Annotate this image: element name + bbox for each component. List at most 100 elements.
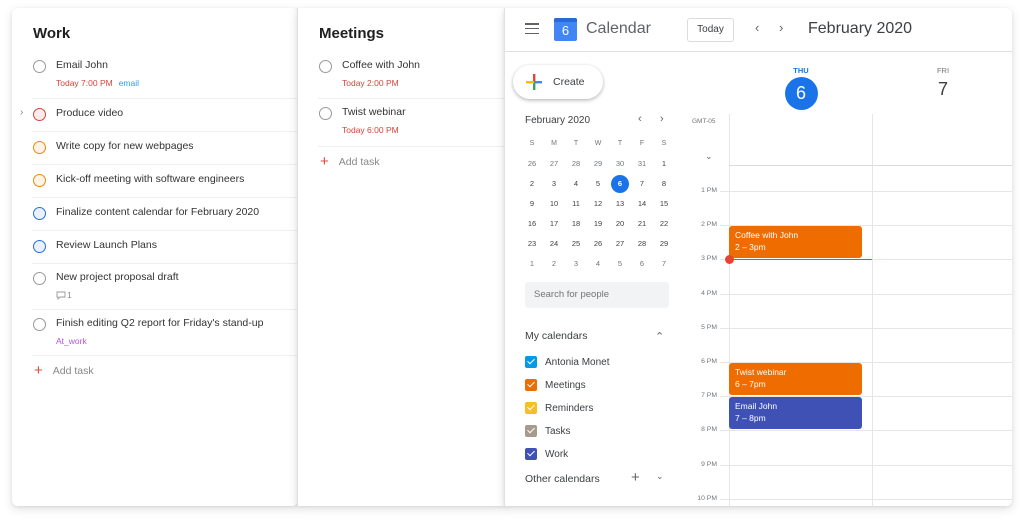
task-label[interactable]: At_work xyxy=(56,336,87,346)
other-calendars-title[interactable]: Other calendars xyxy=(525,473,600,485)
mini-calendar-day[interactable]: 27 xyxy=(609,234,631,254)
mini-calendar-day[interactable]: 7 xyxy=(631,174,653,194)
calendar-event[interactable]: Email John 7 – 8pm xyxy=(729,397,862,430)
mini-calendar-day[interactable]: 16 xyxy=(521,214,543,234)
mini-calendar-day[interactable]: 4 xyxy=(565,174,587,194)
task-label[interactable]: email xyxy=(119,78,139,88)
chevron-left-icon[interactable]: ‹ xyxy=(755,20,759,35)
task-item[interactable]: › Produce video xyxy=(20,99,298,132)
day-header-thu[interactable]: THU 6 xyxy=(777,66,825,110)
task-item[interactable]: Write copy for new webpages xyxy=(32,132,298,165)
mini-calendar-day[interactable]: 27 xyxy=(543,154,565,174)
mini-calendar-day[interactable]: 22 xyxy=(653,214,675,234)
mini-calendar-day[interactable]: 30 xyxy=(609,154,631,174)
calendar-list-item[interactable]: Meetings xyxy=(525,377,586,393)
add-task-button[interactable]: + Add task xyxy=(34,363,94,378)
calendar-checkbox[interactable] xyxy=(525,402,537,414)
task-item[interactable]: Coffee with John Today 2:00 PM xyxy=(318,56,505,99)
mini-calendar-day[interactable]: 28 xyxy=(631,234,653,254)
mini-calendar-day[interactable]: 3 xyxy=(565,254,587,274)
chevron-down-icon[interactable]: ⌄ xyxy=(705,151,713,162)
mini-calendar-day[interactable]: 19 xyxy=(587,214,609,234)
mini-calendar-day[interactable]: 18 xyxy=(565,214,587,234)
task-checkbox[interactable] xyxy=(33,207,46,220)
mini-calendar-day[interactable]: 6 xyxy=(631,254,653,274)
calendar-checkbox[interactable] xyxy=(525,379,537,391)
mini-calendar-day[interactable]: 1 xyxy=(521,254,543,274)
chevron-right-icon[interactable]: › xyxy=(779,20,783,35)
calendar-list-item[interactable]: Tasks xyxy=(525,423,571,439)
mini-calendar-day[interactable]: 15 xyxy=(653,194,675,214)
mini-calendar-day[interactable]: 1 xyxy=(653,154,675,174)
mini-calendar-day[interactable]: 20 xyxy=(609,214,631,234)
task-item[interactable]: Finalize content calendar for February 2… xyxy=(32,198,298,231)
mini-calendar-day[interactable]: 2 xyxy=(521,174,543,194)
task-checkbox[interactable] xyxy=(33,318,46,331)
task-checkbox[interactable] xyxy=(33,272,46,285)
task-item[interactable]: Review Launch Plans xyxy=(32,231,298,264)
create-button[interactable]: Create xyxy=(513,65,603,99)
task-item[interactable]: Kick-off meeting with software engineers xyxy=(32,165,298,198)
task-item[interactable]: Email John Today 7:00 PM email xyxy=(32,56,298,99)
calendar-event[interactable]: Twist webinar 6 – 7pm xyxy=(729,363,862,396)
chevron-up-icon[interactable]: ⌃ xyxy=(655,330,664,343)
mini-calendar-day[interactable]: 29 xyxy=(653,234,675,254)
comment-count[interactable]: 1 xyxy=(56,290,72,300)
mini-calendar-day[interactable]: 26 xyxy=(521,154,543,174)
task-checkbox[interactable] xyxy=(319,60,332,73)
calendar-checkbox[interactable] xyxy=(525,425,537,437)
mini-calendar-day[interactable]: 4 xyxy=(587,254,609,274)
mini-calendar-day[interactable]: 21 xyxy=(631,214,653,234)
mini-calendar-day[interactable]: 5 xyxy=(609,254,631,274)
mini-calendar-day[interactable]: 2 xyxy=(543,254,565,274)
task-item[interactable]: Finish editing Q2 report for Friday's st… xyxy=(32,310,298,356)
task-checkbox[interactable] xyxy=(319,107,332,120)
calendar-list-item[interactable]: Antonia Monet xyxy=(525,354,610,370)
task-checkbox[interactable] xyxy=(33,108,46,121)
task-item[interactable]: New project proposal draft 1 xyxy=(32,264,298,310)
today-date-badge[interactable]: 6 xyxy=(784,77,818,110)
mini-calendar-day[interactable]: 5 xyxy=(587,174,609,194)
mini-calendar-day[interactable]: 6 xyxy=(609,174,631,194)
mini-calendar-day[interactable]: 29 xyxy=(587,154,609,174)
calendar-list-item[interactable]: Work xyxy=(525,446,568,462)
calendar-checkbox[interactable] xyxy=(525,356,537,368)
task-checkbox[interactable] xyxy=(33,240,46,253)
today-button[interactable]: Today xyxy=(687,18,734,42)
task-item[interactable]: Twist webinar Today 6:00 PM xyxy=(318,99,505,147)
search-people-input[interactable] xyxy=(525,282,669,308)
mini-calendar-day[interactable]: 25 xyxy=(565,234,587,254)
mini-calendar-day[interactable]: 13 xyxy=(609,194,631,214)
mini-calendar-day[interactable]: 9 xyxy=(521,194,543,214)
mini-calendar-day[interactable]: 31 xyxy=(631,154,653,174)
mini-calendar-day[interactable]: 7 xyxy=(653,254,675,274)
mini-calendar-day[interactable]: 17 xyxy=(543,214,565,234)
chevron-down-icon[interactable]: ⌄ xyxy=(656,471,664,482)
mini-calendar-day[interactable]: 14 xyxy=(631,194,653,214)
mini-calendar-day[interactable]: 26 xyxy=(587,234,609,254)
mini-calendar-day[interactable]: 28 xyxy=(565,154,587,174)
mini-calendar-day[interactable]: 12 xyxy=(587,194,609,214)
add-task-button[interactable]: + Add task xyxy=(320,154,380,169)
mini-calendar-day[interactable]: 11 xyxy=(565,194,587,214)
my-calendars-title[interactable]: My calendars xyxy=(525,330,587,342)
chevron-left-icon[interactable]: ‹ xyxy=(638,113,642,125)
calendar-event[interactable]: Coffee with John 2 – 3pm xyxy=(729,226,862,259)
mini-calendar-day[interactable]: 3 xyxy=(543,174,565,194)
calendar-list-item[interactable]: Reminders xyxy=(525,400,593,416)
chevron-right-icon[interactable]: › xyxy=(660,113,664,125)
mini-calendar-day[interactable]: 24 xyxy=(543,234,565,254)
task-meta: 1 xyxy=(56,290,72,302)
task-checkbox[interactable] xyxy=(33,174,46,187)
add-calendar-icon[interactable]: + xyxy=(631,469,640,486)
chevron-right-icon[interactable]: › xyxy=(20,107,23,118)
hour-tick xyxy=(720,362,729,363)
menu-icon[interactable] xyxy=(525,23,539,35)
mini-calendar-day[interactable]: 8 xyxy=(653,174,675,194)
mini-calendar-day[interactable]: 10 xyxy=(543,194,565,214)
day-header-fri[interactable]: FRI 7 xyxy=(919,66,967,100)
calendar-checkbox[interactable] xyxy=(525,448,537,460)
mini-calendar-day[interactable]: 23 xyxy=(521,234,543,254)
task-checkbox[interactable] xyxy=(33,141,46,154)
task-checkbox[interactable] xyxy=(33,60,46,73)
